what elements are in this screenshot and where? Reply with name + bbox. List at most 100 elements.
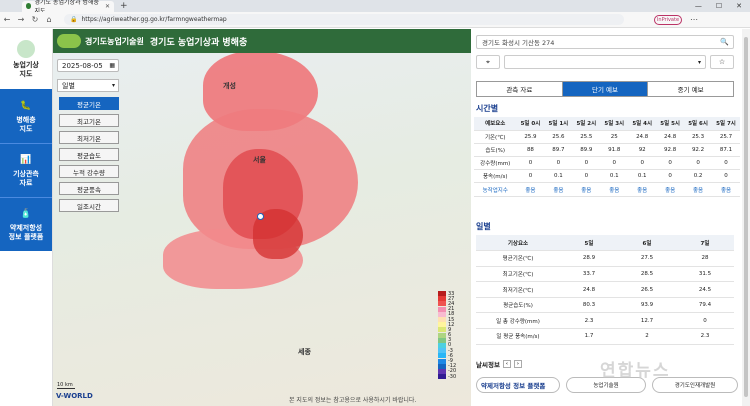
- prev-icon[interactable]: ‹: [502, 360, 511, 368]
- locate-icon[interactable]: ⌖: [476, 55, 500, 69]
- sidebar-item-observation[interactable]: 📊 기상관측 자료: [0, 143, 52, 197]
- table-cell: 1.7: [560, 328, 618, 345]
- map-icon: [17, 39, 35, 58]
- option-wind[interactable]: 평균풍속: [59, 182, 119, 195]
- window-close-icon[interactable]: ✕: [736, 2, 742, 10]
- option-max-temp[interactable]: 최고기온: [59, 114, 119, 127]
- table-cell: 0: [600, 156, 629, 171]
- table-cell: 평균습도(%): [476, 297, 560, 314]
- column-header: 5일 7시: [712, 117, 740, 131]
- table-cell: 0: [516, 156, 545, 171]
- minimize-icon[interactable]: —: [695, 2, 702, 10]
- period-select[interactable]: 일별 ▾: [57, 79, 119, 92]
- table-cell: 0: [656, 156, 685, 171]
- tab-short-forecast[interactable]: 단기 예보: [562, 82, 649, 96]
- table-cell: 좋음: [656, 182, 685, 197]
- table-cell: 91.8: [600, 143, 629, 158]
- next-icon[interactable]: ›: [513, 360, 522, 368]
- bottle-icon: 🧴: [20, 209, 32, 219]
- sidebar-item-resistance[interactable]: 🧴 약제저항성 정보 플랫폼: [0, 197, 52, 251]
- maximize-icon[interactable]: ☐: [716, 2, 722, 10]
- table-header-row: 기상요소 5일 6일 7일: [476, 235, 734, 252]
- option-min-temp[interactable]: 최저기온: [59, 131, 119, 144]
- info-panel: 경기도 화성시 기산동 274 🔍 ⌖ ▾ ☆ 관측 자료 단기 예보 중기 예…: [472, 29, 742, 406]
- url-field[interactable]: 🔒 https://agriweather.gg.go.kr/farmngwea…: [64, 14, 624, 25]
- forward-icon[interactable]: →: [14, 15, 28, 24]
- search-icon[interactable]: 🔍: [720, 38, 729, 46]
- table-cell: 0: [684, 156, 713, 171]
- table-cell: 좋음: [628, 182, 657, 197]
- column-header: 6일: [618, 235, 676, 252]
- table-cell: 습도(%): [474, 143, 517, 158]
- date-picker[interactable]: 2025-08-05 ▦: [57, 59, 119, 72]
- sidebar-item-pest-map[interactable]: 🐛 병해충 지도: [0, 89, 52, 143]
- table-cell: 농작업지수: [474, 182, 517, 197]
- home-icon[interactable]: ⌂: [42, 15, 56, 24]
- sidebar-item-weather-map[interactable]: 농업기상 지도: [0, 29, 52, 89]
- resistance-platform-button[interactable]: 약제저항성 정보 플랫폼: [476, 377, 560, 393]
- table-cell: 24.8: [656, 130, 685, 144]
- table-row: 습도(%) 88 89.7 89.9 91.8 92 92.8 92.2 87.1: [474, 143, 740, 158]
- button-label: 경기도인재개발원: [674, 383, 716, 389]
- address-search[interactable]: 경기도 화성시 기산동 274 🔍: [476, 35, 734, 49]
- sidebar-item-label: 약제저항성 정보 플랫폼: [8, 224, 44, 241]
- option-sunshine[interactable]: 일조시간: [59, 199, 119, 212]
- option-avg-humidity[interactable]: 평균습도: [59, 148, 119, 161]
- table-cell: 79.4: [676, 297, 734, 314]
- table-cell: 25.7: [712, 130, 740, 144]
- legend-row: -30: [438, 373, 468, 380]
- table-cell: 0: [544, 156, 573, 171]
- url-text: https://agriweather.gg.go.kr/farmngweath…: [81, 16, 227, 23]
- map-view[interactable]: 경기도농업기술원 경기도 농업기상과 병해충 2025-08-05 ▦ 일별 ▾…: [53, 29, 471, 406]
- table-cell: 87.1: [712, 143, 740, 158]
- table-cell: 25.9: [516, 130, 545, 144]
- refresh-icon[interactable]: ↻: [28, 15, 42, 24]
- browser-tab[interactable]: 경기도 농업기상과 병해충 지도 ✕: [22, 0, 114, 15]
- table-cell: 좋음: [544, 182, 573, 197]
- table-cell: 0.1: [628, 169, 657, 184]
- tab-observation[interactable]: 관측 자료: [477, 82, 563, 96]
- table-cell: 80.3: [560, 297, 618, 314]
- table-cell: 92.8: [656, 143, 685, 158]
- star-icon[interactable]: ☆: [710, 55, 734, 69]
- variable-options: 평균기온 최고기온 최저기온 평균습도 누적 강수량 평균풍속 일조시간: [59, 97, 119, 216]
- header-title: 경기도 농업기상과 병해충: [149, 37, 248, 48]
- column-header: 7일: [676, 235, 734, 252]
- tab-mid-forecast[interactable]: 중기 예보: [648, 82, 733, 96]
- scrollbar[interactable]: [742, 29, 750, 406]
- close-tab-icon[interactable]: ✕: [105, 3, 110, 10]
- table-cell: 92: [628, 143, 657, 158]
- scrollbar-thumb[interactable]: [744, 37, 748, 397]
- table-cell: 0: [712, 156, 740, 171]
- date-value: 2025-08-05: [62, 61, 103, 70]
- table-cell: 0.2: [684, 169, 713, 184]
- option-avg-temp[interactable]: 평균기온: [59, 97, 119, 110]
- table-cell: 0: [712, 169, 740, 184]
- back-icon[interactable]: ←: [0, 15, 14, 24]
- region-select[interactable]: ▾: [504, 55, 706, 69]
- new-tab-button[interactable]: +: [120, 1, 128, 11]
- column-header: 5일 6시: [684, 117, 713, 131]
- table-cell: 좋음: [516, 182, 545, 197]
- table-cell: 0: [656, 169, 685, 184]
- legend-swatch: [438, 374, 446, 380]
- table-cell: 강수량(mm): [474, 156, 517, 171]
- table-cell: 92.2: [684, 143, 713, 158]
- profile-badge[interactable]: InPrivate: [654, 14, 682, 25]
- table-row: 풍속(m/s) 0 0.1 0 0.1 0.1 0 0.2 0: [474, 169, 740, 184]
- legend-value: -30: [448, 373, 457, 380]
- table-cell: 풍속(m/s): [474, 169, 517, 184]
- period-value: 일별: [62, 81, 75, 90]
- table-row: 강수량(mm) 0 0 0 0 0 0 0 0: [474, 156, 740, 171]
- table-cell: 최고기온(℃): [476, 266, 560, 283]
- table-cell: 0.1: [544, 169, 573, 184]
- location-marker-icon[interactable]: [257, 213, 264, 220]
- table-cell: 26.5: [618, 281, 676, 298]
- button-label: 농업기술원: [593, 383, 619, 389]
- more-menu-icon[interactable]: ⋯: [690, 15, 698, 24]
- table-cell: 기온(℃): [474, 130, 517, 144]
- column-header: 기상요소: [476, 235, 560, 252]
- sidebar: 농업기상 지도 🐛 병해충 지도 📊 기상관측 자료 🧴 약제저항성 정보 플랫…: [0, 29, 53, 406]
- option-precipitation[interactable]: 누적 강수량: [59, 165, 119, 178]
- table-cell: 최저기온(℃): [476, 281, 560, 298]
